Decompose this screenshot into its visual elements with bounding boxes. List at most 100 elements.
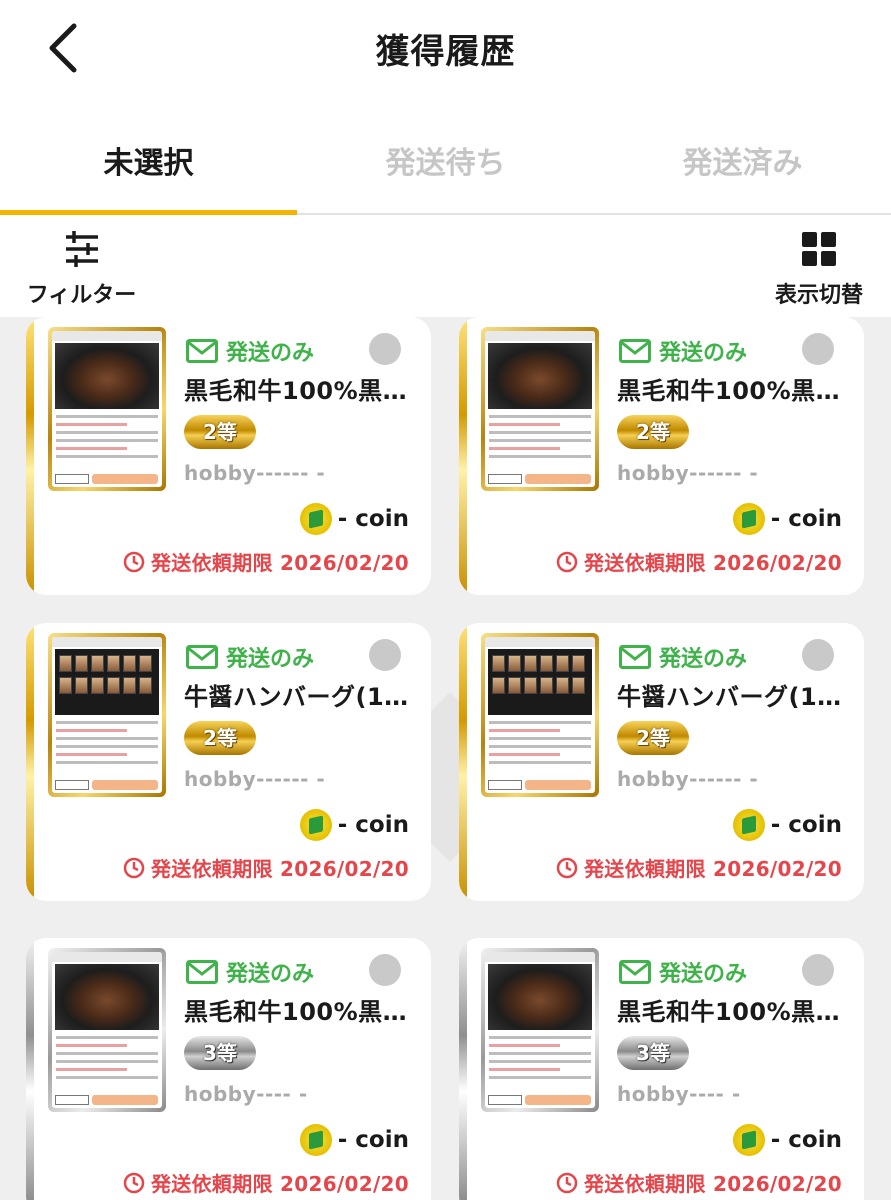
- shipping-deadline: 発送依頼期限 2026/02/20: [123, 853, 409, 882]
- coin-icon: [299, 1124, 332, 1156]
- shipping-type: 発送のみ: [186, 956, 314, 988]
- coin-value: - coin: [732, 809, 842, 841]
- rank-stripe: [459, 623, 467, 901]
- select-radio[interactable]: [802, 639, 834, 671]
- shipping-deadline: 発送依頼期限 2026/02/20: [123, 1168, 409, 1197]
- select-radio[interactable]: [369, 333, 401, 365]
- item-name: 黒毛和牛100%黒…: [184, 998, 408, 1026]
- shipping-type: 発送のみ: [619, 956, 747, 988]
- shipping-type: 発送のみ: [619, 641, 747, 673]
- rank-badge: 2等: [617, 415, 689, 449]
- username: hobby------ -: [617, 461, 759, 485]
- prize-card[interactable]: 発送のみ 黒毛和牛100%黒… 2等 hobby------ - - coin …: [26, 317, 431, 595]
- shipping-type-label: 発送のみ: [226, 647, 315, 672]
- view-toggle-button[interactable]: 表示切替: [773, 231, 865, 317]
- prize-card[interactable]: 発送のみ 黒毛和牛100%黒… 3等 hobby---- - - coin 発送…: [26, 938, 431, 1200]
- toolbar: フィルター 表示切替: [0, 217, 891, 317]
- username: hobby---- -: [617, 1082, 741, 1106]
- rank-badge: 3等: [184, 1036, 256, 1070]
- grid-view-icon: [802, 232, 836, 266]
- coin-label: - coin: [337, 812, 409, 838]
- tab-shipped[interactable]: 発送済み: [594, 138, 891, 182]
- shipping-type-label: 発送のみ: [226, 962, 315, 987]
- prize-card[interactable]: 発送のみ 黒毛和牛100%黒… 2等 hobby------ - - coin …: [459, 317, 864, 595]
- shipping-type-label: 発送のみ: [659, 962, 748, 987]
- deadline-label: 発送依頼期限 2026/02/20: [583, 551, 842, 575]
- coin-label: - coin: [770, 506, 842, 532]
- shipping-type: 発送のみ: [619, 335, 747, 367]
- username: hobby---- -: [184, 1082, 308, 1106]
- deadline-label: 発送依頼期限 2026/02/20: [583, 1172, 842, 1196]
- prize-image: [481, 633, 599, 797]
- coin-icon: [299, 503, 332, 535]
- rank-stripe: [459, 938, 467, 1200]
- prize-card[interactable]: 発送のみ 黒毛和牛100%黒… 3等 hobby---- - - coin 発送…: [459, 938, 864, 1200]
- item-name: 黒毛和牛100%黒…: [184, 377, 408, 405]
- coin-icon: [732, 809, 765, 841]
- rank-badge: 2等: [184, 721, 256, 755]
- filter-button[interactable]: フィルター: [24, 231, 139, 317]
- app-header: 獲得履歴: [0, 0, 891, 100]
- prize-image: [481, 327, 599, 491]
- item-name: 牛醤ハンバーグ(1…: [184, 683, 409, 711]
- username: hobby------ -: [184, 767, 326, 791]
- mail-icon: [186, 645, 218, 669]
- rank-badge: 2等: [617, 721, 689, 755]
- coin-value: - coin: [299, 503, 409, 535]
- rank-stripe: [459, 317, 467, 595]
- coin-label: - coin: [337, 1127, 409, 1153]
- deadline-label: 発送依頼期限 2026/02/20: [150, 551, 409, 575]
- shipping-deadline: 発送依頼期限 2026/02/20: [123, 547, 409, 576]
- tab-unselected[interactable]: 未選択: [0, 138, 297, 182]
- clock-icon: [556, 857, 578, 878]
- page-title: 獲得履歴: [375, 32, 516, 72]
- coin-icon: [732, 1124, 765, 1156]
- mail-icon: [186, 339, 218, 363]
- rank-badge: 2等: [184, 415, 256, 449]
- shipping-type: 発送のみ: [186, 641, 314, 673]
- shipping-type: 発送のみ: [186, 335, 314, 367]
- item-name: 黒毛和牛100%黒…: [617, 377, 841, 405]
- select-radio[interactable]: [369, 639, 401, 671]
- mail-icon: [186, 960, 218, 984]
- deadline-label: 発送依頼期限 2026/02/20: [150, 1172, 409, 1196]
- prize-image: [48, 948, 166, 1112]
- clock-icon: [556, 1172, 578, 1193]
- item-name: 黒毛和牛100%黒…: [617, 998, 841, 1026]
- clock-icon: [123, 551, 145, 572]
- coin-value: - coin: [732, 503, 842, 535]
- coin-label: - coin: [337, 506, 409, 532]
- view-toggle-label: 表示切替: [774, 283, 863, 308]
- coin-value: - coin: [299, 809, 409, 841]
- shipping-type-label: 発送のみ: [226, 341, 315, 366]
- username: hobby------ -: [617, 767, 759, 791]
- clock-icon: [123, 1172, 145, 1193]
- clock-icon: [556, 551, 578, 572]
- tab-bar: 未選択 発送待ち 発送済み: [0, 110, 891, 215]
- deadline-label: 発送依頼期限 2026/02/20: [150, 857, 409, 881]
- prize-image: [481, 948, 599, 1112]
- select-radio[interactable]: [802, 333, 834, 365]
- rank-stripe: [26, 623, 34, 901]
- username: hobby------ -: [184, 461, 326, 485]
- coin-label: - coin: [770, 812, 842, 838]
- shipping-deadline: 発送依頼期限 2026/02/20: [556, 1168, 842, 1197]
- item-name: 牛醤ハンバーグ(1…: [617, 683, 842, 711]
- coin-icon: [299, 809, 332, 841]
- filter-label: フィルター: [26, 283, 137, 308]
- select-radio[interactable]: [369, 954, 401, 986]
- prize-card[interactable]: 発送のみ 牛醤ハンバーグ(1… 2等 hobby------ - - coin …: [459, 623, 864, 901]
- mail-icon: [619, 645, 651, 669]
- shipping-deadline: 発送依頼期限 2026/02/20: [556, 547, 842, 576]
- prize-card[interactable]: 発送のみ 牛醤ハンバーグ(1… 2等 hobby------ - - coin …: [26, 623, 431, 901]
- rank-badge: 3等: [617, 1036, 689, 1070]
- mail-icon: [619, 960, 651, 984]
- rank-stripe: [26, 938, 34, 1200]
- prize-image: [48, 327, 166, 491]
- coin-label: - coin: [770, 1127, 842, 1153]
- deadline-label: 発送依頼期限 2026/02/20: [583, 857, 842, 881]
- select-radio[interactable]: [802, 954, 834, 986]
- shipping-type-label: 発送のみ: [659, 341, 748, 366]
- tab-awaiting-shipment[interactable]: 発送待ち: [297, 138, 594, 182]
- active-tab-indicator: [0, 210, 297, 215]
